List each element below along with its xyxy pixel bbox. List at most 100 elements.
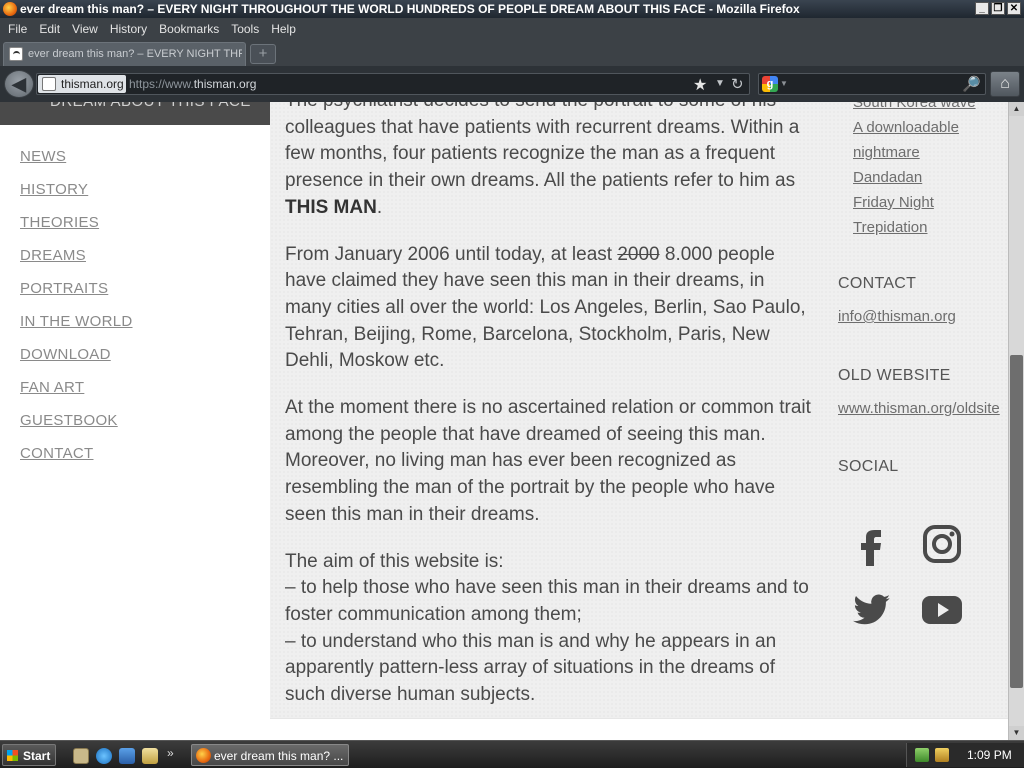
menu-help[interactable]: Help [271, 22, 296, 36]
taskbar: Start » ever dream this man? ... 1:09 PM [0, 740, 1024, 768]
nav-history[interactable]: HISTORY [20, 181, 133, 214]
tray-app-icon[interactable] [935, 748, 949, 762]
nav-guestbook[interactable]: GUESTBOOK [20, 412, 133, 445]
search-box[interactable]: g ▼ 🔎 [758, 73, 986, 95]
site-favicon-icon [9, 47, 23, 61]
home-button[interactable]: ⌂ [990, 71, 1020, 97]
bookmark-star-icon[interactable]: ★ [693, 75, 707, 95]
paragraph-4: The aim of this website is: – to help th… [285, 549, 813, 709]
window-controls: _ ❐ ✕ [975, 2, 1021, 15]
nav-news[interactable]: NEWS [20, 148, 133, 181]
old-website-heading: OLD WEBSITE [838, 367, 951, 384]
tab-title: ever dream this man? – EVERY NIGHT THRO.… [28, 48, 242, 60]
site-header: DREAM ABOUT THIS FACE [0, 102, 270, 125]
system-tray: 1:09 PM [906, 743, 1024, 767]
navigation-bar: ◀ thisman.org https://www.thisman.org ★ … [0, 66, 1024, 102]
google-icon[interactable]: g [762, 76, 778, 92]
sidebar-link-list: South Korea wave A downloadable nightmar… [853, 102, 1003, 240]
instagram-icon[interactable] [920, 522, 964, 566]
clock: 1:09 PM [967, 748, 1012, 762]
start-label: Start [23, 749, 51, 763]
nav-in-the-world[interactable]: IN THE WORLD [20, 313, 133, 346]
menu-tools[interactable]: Tools [231, 22, 259, 36]
menu-history[interactable]: History [110, 22, 147, 36]
internet-explorer-icon[interactable] [96, 748, 112, 764]
facebook-icon[interactable] [850, 522, 894, 566]
firefox-icon [3, 2, 17, 16]
taskbar-window-label: ever dream this man? ... [214, 749, 344, 763]
taskbar-window-button[interactable]: ever dream this man? ... [191, 744, 349, 766]
menu-edit[interactable]: Edit [39, 22, 60, 36]
contact-heading: CONTACT [838, 275, 917, 292]
tab-active[interactable]: ever dream this man? – EVERY NIGHT THRO.… [3, 42, 246, 66]
site-identity-button[interactable]: thisman.org [38, 75, 126, 93]
site-favicon-icon [42, 77, 56, 91]
minimize-button[interactable]: _ [975, 2, 989, 15]
menu-bar: File Edit View History Bookmarks Tools H… [0, 18, 1024, 40]
nav-download[interactable]: DOWNLOAD [20, 346, 133, 379]
youtube-icon[interactable] [920, 588, 964, 632]
contact-email-link[interactable]: info@thisman.org [838, 308, 956, 325]
right-sidebar: South Korea wave A downloadable nightmar… [820, 102, 1008, 718]
back-button[interactable]: ◀ [4, 70, 34, 98]
search-icon[interactable]: 🔎 [962, 75, 981, 93]
paragraph-2-start: From January 2006 until today, at least [285, 243, 618, 265]
nav-dreams[interactable]: DREAMS [20, 247, 133, 280]
aim-line-2: – to understand who this man is and why … [285, 630, 777, 706]
article-body: The psychiatrist decides to send the por… [285, 102, 813, 729]
page-viewport: DREAM ABOUT THIS FACE NEWS HISTORY THEOR… [0, 102, 1008, 740]
paragraph-1-text: The psychiatrist decides to send the por… [285, 102, 800, 192]
menu-view[interactable]: View [72, 22, 98, 36]
scroll-down-arrow-icon[interactable]: ▼ [1009, 726, 1024, 740]
title-bar: ever dream this man? – EVERY NIGHT THROU… [0, 0, 1024, 18]
main-content: The psychiatrist decides to send the por… [270, 102, 820, 718]
paragraph-1: The psychiatrist decides to send the por… [285, 102, 813, 222]
explorer-icon[interactable] [142, 748, 158, 764]
url-prefix: https://www. [129, 77, 194, 91]
close-button[interactable]: ✕ [1007, 2, 1021, 15]
struck-number: 2000 [617, 243, 660, 265]
site-nav: NEWS HISTORY THEORIES DREAMS PORTRAITS I… [20, 148, 133, 478]
new-tab-button[interactable]: + [250, 44, 276, 64]
nav-contact[interactable]: CONTACT [20, 445, 133, 478]
nav-fan-art[interactable]: FAN ART [20, 379, 133, 412]
outlook-icon[interactable] [119, 748, 135, 764]
window-title: ever dream this man? – EVERY NIGHT THROU… [20, 2, 800, 16]
tab-strip: ever dream this man? – EVERY NIGHT THRO.… [0, 40, 1024, 66]
start-button[interactable]: Start [2, 744, 56, 766]
site-identity-label: thisman.org [61, 77, 124, 91]
site-tagline: DREAM ABOUT THIS FACE [50, 102, 251, 110]
windows-logo-icon [7, 750, 18, 761]
menu-bookmarks[interactable]: Bookmarks [159, 22, 219, 36]
restore-button[interactable]: ❐ [991, 2, 1005, 15]
aim-intro: The aim of this website is: [285, 550, 504, 572]
footer-strip [270, 718, 1008, 740]
url-host: thisman.org [193, 77, 257, 91]
sidebar-link[interactable]: Friday Night Trepidation [853, 190, 1003, 240]
sidebar-link[interactable]: A downloadable nightmare [853, 115, 1003, 165]
menu-file[interactable]: File [8, 22, 27, 36]
search-engine-dropdown-icon[interactable]: ▼ [780, 79, 788, 88]
this-man-emphasis: THIS MAN [285, 196, 377, 218]
nav-theories[interactable]: THEORIES [20, 214, 133, 247]
paragraph-2: From January 2006 until today, at least … [285, 242, 813, 376]
quick-launch-more-icon[interactable]: » [167, 746, 174, 760]
sidebar-link[interactable]: South Korea wave [853, 102, 1003, 115]
firefox-icon [196, 748, 211, 763]
old-website-link[interactable]: www.thisman.org/oldsite [838, 400, 1000, 417]
scroll-up-arrow-icon[interactable]: ▲ [1009, 102, 1024, 116]
scrollbar-thumb[interactable] [1010, 355, 1023, 688]
twitter-icon[interactable] [850, 588, 894, 632]
left-column: DREAM ABOUT THIS FACE NEWS HISTORY THEOR… [0, 102, 270, 740]
show-desktop-icon[interactable] [73, 748, 89, 764]
vertical-scrollbar[interactable]: ▲ ▼ [1008, 102, 1024, 740]
network-icon[interactable] [915, 748, 929, 762]
nav-portraits[interactable]: PORTRAITS [20, 280, 133, 313]
history-dropdown-icon[interactable]: ▼ [715, 78, 725, 89]
url-text[interactable]: https://www.thisman.org [129, 77, 256, 91]
reload-icon[interactable]: ↻ [731, 75, 744, 93]
sidebar-link[interactable]: Dandadan [853, 165, 1003, 190]
paragraph-3: At the moment there is no ascertained re… [285, 397, 811, 525]
aim-line-1: – to help those who have seen this man i… [285, 577, 809, 625]
url-bar[interactable]: thisman.org https://www.thisman.org ★ ▼ … [36, 73, 750, 95]
